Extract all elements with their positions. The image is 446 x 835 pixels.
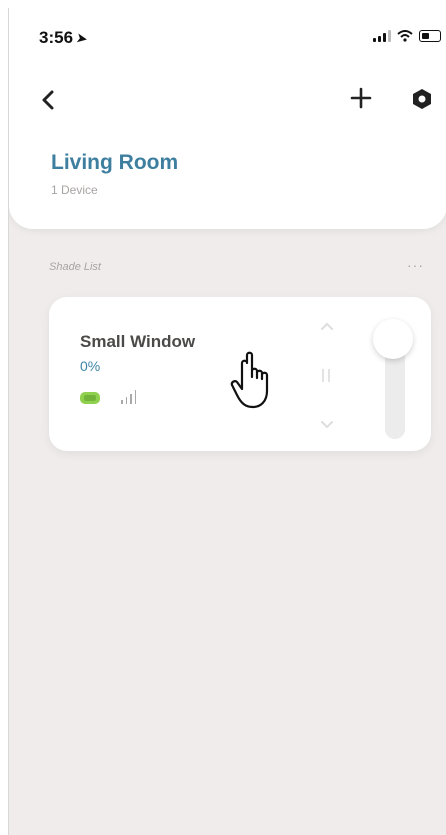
shade-slider-handle[interactable] [373, 319, 413, 359]
status-time: 3:56 ➤ [39, 28, 90, 47]
chevron-left-icon[interactable] [37, 88, 61, 112]
room-header-panel: 3:56 ➤ Living Room 1 Device [9, 8, 446, 229]
battery-icon [419, 30, 441, 42]
room-title: Living Room [51, 151, 179, 174]
shade-name: Small Window [80, 332, 196, 351]
shade-position: 0% [80, 358, 101, 374]
hand-pointer-icon [230, 351, 269, 409]
settings-hexagon-icon[interactable] [411, 88, 433, 110]
location-arrow-icon: ➤ [74, 29, 90, 47]
plus-icon[interactable] [349, 86, 373, 110]
battery-icon [80, 392, 100, 404]
pause-icon[interactable] [322, 369, 330, 382]
more-options-icon[interactable]: ··· [407, 257, 424, 273]
shade-card[interactable]: Small Window 0% [49, 297, 431, 451]
status-icons [373, 30, 441, 42]
chevron-down-icon[interactable] [319, 419, 335, 431]
phone-screen: 3:56 ➤ Living Room 1 Device Shade List ··… [8, 8, 446, 835]
cellular-signal-icon [373, 30, 391, 42]
chevron-up-icon[interactable] [319, 320, 335, 332]
wifi-icon [397, 30, 413, 42]
signal-strength-icon [121, 390, 136, 404]
device-count: 1 Device [51, 183, 98, 197]
shade-list-title: Shade List [49, 261, 101, 273]
